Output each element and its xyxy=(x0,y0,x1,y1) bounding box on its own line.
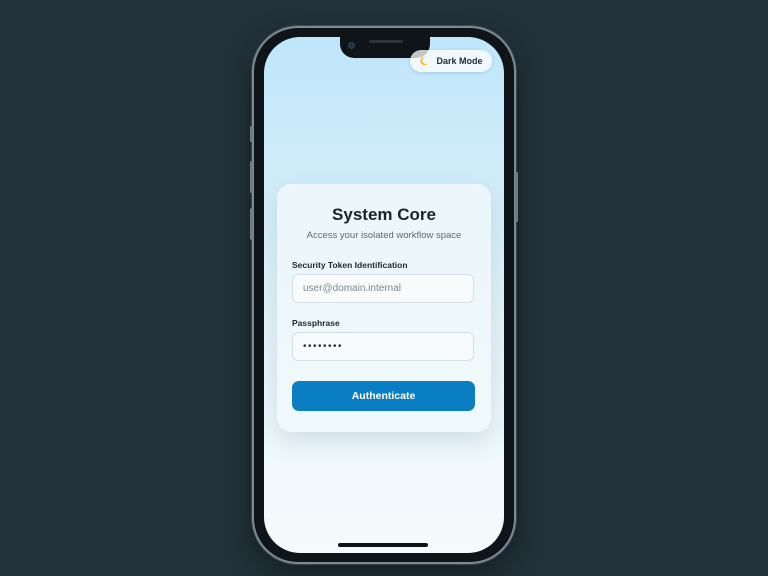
passphrase-input[interactable] xyxy=(292,332,474,361)
authenticate-button[interactable]: Authenticate xyxy=(292,381,475,411)
passphrase-label: Passphrase xyxy=(292,318,340,328)
login-subtitle: Access your isolated workflow space xyxy=(306,230,462,241)
moon-icon xyxy=(419,56,429,66)
speaker-grille xyxy=(369,40,403,43)
side-button-power xyxy=(515,172,518,222)
token-label: Security Token Identification xyxy=(292,260,408,270)
login-card: System Core Access your isolated workflo… xyxy=(277,184,491,432)
dark-mode-toggle[interactable]: Dark Mode xyxy=(410,50,492,72)
login-title: System Core xyxy=(332,205,436,224)
dark-mode-label: Dark Mode xyxy=(436,56,483,66)
phone-screen: Dark Mode System Core Access your isolat… xyxy=(264,37,504,553)
phone-frame: Dark Mode System Core Access your isolat… xyxy=(250,28,518,562)
home-indicator xyxy=(338,543,428,547)
camera-icon xyxy=(348,42,355,49)
side-button-volume-up xyxy=(250,161,253,193)
side-button-volume-down xyxy=(250,208,253,240)
side-button-silent xyxy=(250,126,253,142)
security-token-input[interactable] xyxy=(292,274,474,303)
stage: Dark Mode System Core Access your isolat… xyxy=(0,0,768,576)
